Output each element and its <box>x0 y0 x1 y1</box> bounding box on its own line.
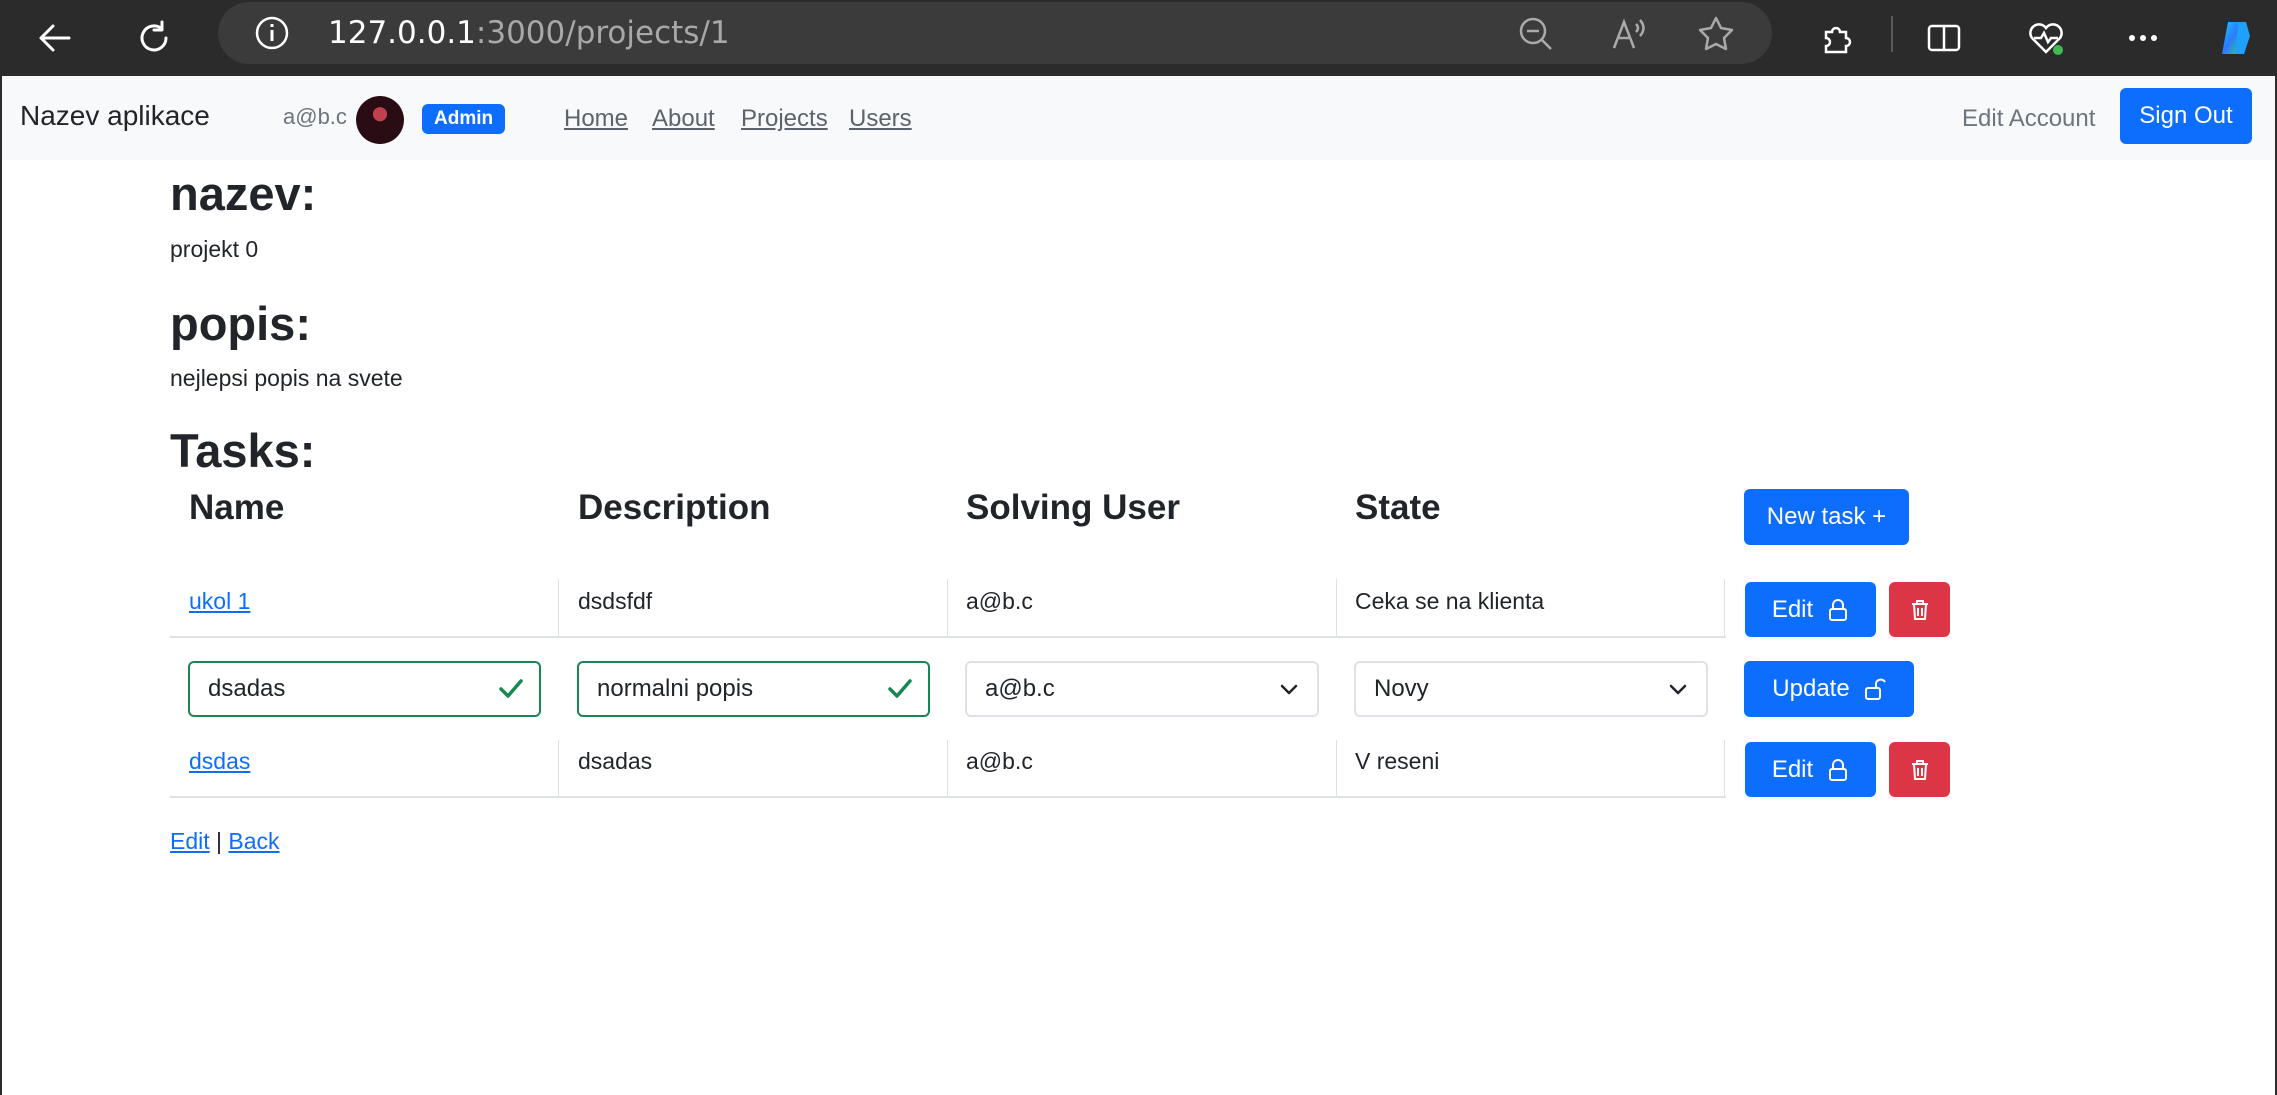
nav-link-projects[interactable]: Projects <box>741 105 828 133</box>
cell-divider <box>558 579 559 637</box>
browser-toolbar: 127.0.0.1:3000/projects/1 <box>0 0 2277 76</box>
task-state: V reseni <box>1355 748 1440 774</box>
toolbar-separator <box>1891 16 1893 52</box>
back-link[interactable]: Back <box>228 828 279 854</box>
link-separator: | <box>216 828 223 854</box>
edit-task-button[interactable]: Edit <box>1745 742 1876 797</box>
task-name-link[interactable]: ukol 1 <box>189 588 250 614</box>
row-divider <box>170 796 1726 798</box>
edit-task-label: Edit <box>1771 595 1814 623</box>
url-path: :3000/projects/1 <box>475 15 730 51</box>
trash-icon <box>1911 759 1928 780</box>
task-description-input-value: normalni popis <box>597 675 754 702</box>
sign-out-button[interactable]: Sign Out <box>2120 88 2252 144</box>
task-state-select-value: Novy <box>1374 675 1429 702</box>
lock-icon <box>1829 758 1848 781</box>
web-page: Nazev aplikace a@b.c Admin Home About Pr… <box>0 76 2277 1095</box>
task-description-input[interactable]: normalni popis <box>577 661 930 717</box>
cell-divider <box>558 740 559 797</box>
column-header-solving-user: Solving User <box>966 488 1180 527</box>
project-name-heading: nazev: <box>170 167 317 220</box>
task-state-select[interactable]: Novy <box>1354 661 1708 717</box>
footer-links: Edit | Back <box>170 828 280 855</box>
solving-user-select-value: a@b.c <box>985 675 1055 702</box>
table-row: ukol 1 <box>189 588 250 615</box>
project-name-value: projekt 0 <box>170 236 259 262</box>
valid-check-icon <box>499 679 523 698</box>
column-header-description: Description <box>578 488 771 527</box>
nav-link-home[interactable]: Home <box>564 105 628 133</box>
delete-task-button[interactable] <box>1889 582 1950 637</box>
tasks-heading: Tasks: <box>170 424 316 477</box>
valid-check-icon <box>888 679 912 698</box>
info-icon[interactable] <box>254 15 290 51</box>
edit-project-link[interactable]: Edit <box>170 828 210 854</box>
browser-essentials-icon[interactable] <box>2016 8 2076 68</box>
task-state: Ceka se na klienta <box>1355 588 1545 614</box>
row-divider <box>170 636 1726 638</box>
cell-divider <box>947 740 948 797</box>
more-icon[interactable] <box>2113 8 2173 68</box>
delete-task-button[interactable] <box>1889 742 1950 797</box>
chevron-down-icon <box>1280 684 1298 695</box>
nav-link-users[interactable]: Users <box>849 105 912 133</box>
task-name-link[interactable]: dsdas <box>189 748 250 774</box>
address-bar[interactable]: 127.0.0.1:3000/projects/1 <box>218 2 1772 64</box>
task-description: dsdsfdf <box>578 588 653 614</box>
task-name-input-value: dsadas <box>208 675 286 702</box>
edit-account-link[interactable]: Edit Account <box>1962 105 2095 133</box>
project-description-heading: popis: <box>170 297 311 350</box>
cell-divider <box>1336 579 1337 637</box>
refresh-icon[interactable] <box>124 8 184 68</box>
lock-icon <box>1829 598 1848 621</box>
cell-divider <box>1724 740 1725 797</box>
navbar: Nazev aplikace a@b.c Admin Home About Pr… <box>2 76 2275 160</box>
cell-divider <box>1724 579 1725 637</box>
url-text[interactable]: 127.0.0.1:3000/projects/1 <box>328 14 730 52</box>
task-solving-user: a@b.c <box>966 748 1033 774</box>
solving-user-select[interactable]: a@b.c <box>965 661 1319 717</box>
project-description-value: nejlepsi popis na svete <box>170 365 403 391</box>
edit-task-button[interactable]: Edit <box>1745 582 1876 637</box>
unlock-icon <box>1864 678 1886 700</box>
update-task-button[interactable]: Update <box>1744 661 1914 717</box>
task-solving-user: a@b.c <box>966 588 1033 614</box>
favorite-star-icon[interactable] <box>1696 14 1736 54</box>
back-arrow-icon[interactable] <box>25 8 85 68</box>
cell-divider <box>947 579 948 637</box>
zoom-out-icon[interactable] <box>1516 14 1556 54</box>
trash-icon <box>1911 599 1928 620</box>
new-task-button[interactable]: New task + <box>1744 489 1909 545</box>
avatar <box>356 96 404 144</box>
task-description: dsadas <box>578 748 653 774</box>
update-task-label: Update <box>1772 675 1850 702</box>
table-row: dsdas <box>189 748 250 775</box>
nav-link-about[interactable]: About <box>652 105 715 133</box>
column-header-name: Name <box>189 488 285 527</box>
task-name-input[interactable]: dsadas <box>188 661 541 717</box>
edit-task-label: Edit <box>1771 755 1814 783</box>
extensions-icon[interactable] <box>1806 8 1866 68</box>
chevron-down-icon <box>1669 684 1687 695</box>
app-brand[interactable]: Nazev aplikace <box>20 100 210 132</box>
cell-divider <box>1336 740 1337 797</box>
role-badge: Admin <box>422 104 506 134</box>
user-email: a@b.c <box>283 104 347 129</box>
split-screen-icon[interactable] <box>1914 8 1974 68</box>
read-aloud-icon[interactable] <box>1608 14 1648 54</box>
copilot-icon[interactable] <box>2206 8 2266 68</box>
column-header-state: State <box>1355 488 1441 527</box>
url-host: 127.0.0.1 <box>328 15 476 51</box>
